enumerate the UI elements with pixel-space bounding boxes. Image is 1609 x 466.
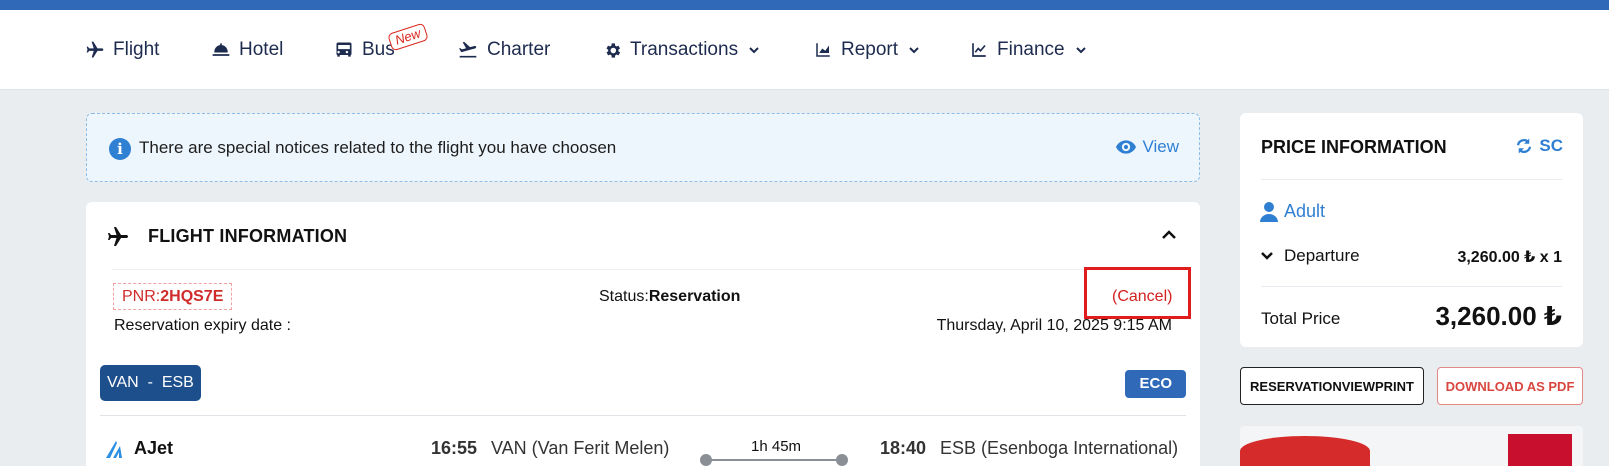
flight-info-title: FLIGHT INFORMATION — [148, 226, 348, 246]
plane-icon — [86, 41, 104, 58]
area-chart-icon — [816, 43, 830, 57]
pnr-label: PNR: — [122, 288, 161, 305]
plane-departure-icon — [459, 41, 477, 58]
advertisement-banner[interactable] — [1240, 426, 1583, 466]
departure-price-toggle[interactable]: Departure — [1260, 246, 1360, 266]
refresh-label: SC — [1539, 136, 1563, 155]
chevron-down-icon — [1261, 252, 1273, 260]
bell-icon — [212, 43, 230, 56]
passenger-type-label: Adult — [1284, 201, 1326, 221]
departure-price: 3,260.00 ₺ x 1 — [1457, 249, 1562, 266]
nav-item-report[interactable]: Report — [813, 37, 920, 63]
timeline-dot — [700, 454, 712, 466]
total-price-label: Total Price — [1261, 309, 1341, 328]
arrival-time: 18:40 — [880, 438, 927, 458]
nav-item-charter[interactable]: Charter — [457, 37, 550, 63]
divider — [1261, 286, 1562, 287]
view-label: View — [1142, 137, 1179, 156]
airline-name: AJet — [134, 438, 174, 458]
expiry-label: Reservation expiry date : — [114, 317, 291, 334]
refresh-icon — [1517, 138, 1532, 154]
ajet-logo-icon — [106, 441, 122, 458]
nav-label: Transactions — [630, 39, 739, 60]
plane-icon — [108, 227, 128, 246]
notice-text: There are special notices related to the… — [139, 138, 617, 157]
status-value: Reservation — [648, 288, 741, 305]
flight-duration: 1h 45m — [751, 438, 802, 455]
airline-logo-block — [1508, 434, 1572, 466]
nav-item-flight[interactable]: Flight — [85, 37, 159, 63]
reservation-status: Status:Reservation — [599, 288, 740, 306]
cabin-class-badge: ECO — [1125, 370, 1186, 398]
pnr-badge: PNR:2HQS7E — [113, 283, 233, 310]
nav-item-transactions[interactable]: Transactions — [603, 37, 760, 63]
special-notice-banner: i There are special notices related to t… — [86, 113, 1200, 182]
total-price-value: 3,260.00 ₺ — [1435, 301, 1562, 331]
divider — [100, 415, 1186, 416]
passenger-type: Adult — [1260, 201, 1325, 222]
departure-time: 16:55 — [431, 438, 478, 458]
status-label: Status: — [599, 288, 649, 305]
expiry-value: Thursday, April 10, 2025 9:15 AM — [936, 317, 1172, 334]
flight-information-card: FLIGHT INFORMATION PNR:2HQS7E Status:Res… — [86, 202, 1200, 466]
nav-label: Hotel — [239, 39, 284, 60]
nav-label: Report — [841, 39, 899, 60]
nav-item-finance[interactable]: Finance — [969, 37, 1087, 63]
download-pdf-button[interactable]: DOWNLOAD AS PDF — [1437, 367, 1583, 405]
chevron-up-icon[interactable] — [1160, 226, 1178, 244]
chevron-down-icon — [1075, 47, 1086, 54]
nav-item-hotel[interactable]: Hotel — [211, 37, 283, 63]
price-information-card: PRICE INFORMATION SC Adult Departure 3,2… — [1240, 113, 1583, 347]
price-info-title: PRICE INFORMATION — [1261, 137, 1447, 157]
departure-airport: VAN (Van Ferit Melen) — [491, 438, 670, 458]
route-badge: VAN - ESB — [100, 365, 201, 401]
divider — [112, 269, 1174, 270]
banner-shape — [1240, 436, 1370, 466]
nav-item-bus[interactable]: Bus — [334, 37, 395, 63]
chevron-down-icon — [749, 47, 759, 54]
reservation-view-print-button[interactable]: RESERVATIONVIEWPRINT — [1240, 367, 1424, 405]
chevron-down-icon — [909, 47, 919, 54]
refresh-button[interactable]: SC — [1515, 136, 1563, 156]
eye-icon — [1116, 140, 1137, 154]
gear-icon — [606, 42, 621, 58]
info-icon: i — [109, 138, 131, 160]
bus-icon — [336, 42, 352, 57]
timeline-dot — [836, 454, 848, 466]
top-accent-bar — [0, 0, 1609, 10]
nav-label: Flight — [113, 39, 160, 60]
nav-label: Charter — [487, 39, 551, 60]
divider — [1261, 179, 1562, 180]
duration-line — [706, 459, 842, 461]
main-nav: Flight Hotel Bus New Charter Transaction… — [0, 10, 1609, 90]
new-badge: New — [387, 22, 429, 52]
line-chart-icon — [972, 43, 986, 57]
pnr-value: 2HQS7E — [160, 288, 224, 305]
view-notice-link[interactable]: View — [1116, 137, 1179, 157]
departure-label: Departure — [1284, 246, 1360, 265]
user-icon — [1260, 201, 1278, 222]
nav-label: Finance — [997, 39, 1065, 60]
cancel-link[interactable]: (Cancel) — [1112, 288, 1172, 306]
arrival-airport: ESB (Esenboga International) — [940, 438, 1179, 458]
